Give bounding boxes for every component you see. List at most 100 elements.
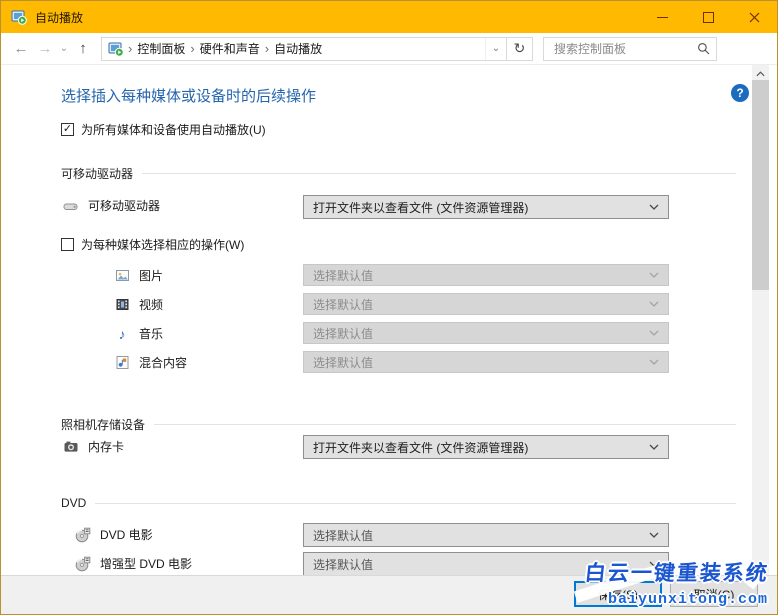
recent-pages-button[interactable]: ⌄ [57,37,71,61]
close-icon [749,12,760,23]
refresh-icon: ↻ [514,40,526,57]
dvd-icon [75,556,91,572]
section-label: DVD [61,496,86,510]
search-input[interactable] [552,41,697,57]
mixed-content-row: 混合内容 [114,354,187,371]
memory-card-label: 内存卡 [88,438,124,455]
section-camera-storage: 照相机存储设备 [61,416,736,433]
per-media-checkbox[interactable] [61,238,74,251]
memory-card-select[interactable]: 打开文件夹以查看文件 (文件资源管理器) [303,435,669,459]
close-button[interactable] [731,1,777,33]
forward-button[interactable]: → [33,37,57,61]
up-button[interactable]: ↑ [71,37,95,61]
enhanced-dvd-movie-row: 增强型 DVD 电影 [75,555,192,572]
chevron-down-icon [756,566,765,572]
videos-row: 视频 [114,296,163,313]
enhanced-dvd-movie-select[interactable]: 选择默认值 [303,552,669,575]
page-title: 选择插入每种媒体或设备时的后续操作 [61,85,316,106]
mixed-content-select: 选择默认值 [303,351,669,373]
section-removable-drives: 可移动驱动器 [61,165,736,182]
section-rule [154,424,736,425]
window-title: 自动播放 [35,9,83,26]
music-label: 音乐 [139,325,163,342]
selected-value: 选择默认值 [313,267,373,284]
scrollbar-thumb[interactable] [752,80,769,290]
removable-drive-icon [63,198,79,214]
vertical-scrollbar[interactable] [752,65,769,577]
dvd-movie-row: DVD 电影 [75,526,153,543]
section-label: 照相机存储设备 [61,416,145,433]
chevron-down-icon [649,359,659,365]
minimize-button[interactable] [639,1,685,33]
dvd-movie-select[interactable]: 选择默认值 [303,523,669,547]
save-button[interactable]: 保存(S) [574,581,662,607]
removable-drive-label: 可移动驱动器 [88,197,160,214]
back-button[interactable]: ← [9,37,33,61]
videos-select: 选择默认值 [303,293,669,315]
chevron-down-icon [649,272,659,278]
chevron-down-icon: ⌄ [60,43,68,54]
breadcrumb-hardware-sound[interactable]: 硬件和声音 [195,40,265,57]
cancel-button[interactable]: 取消(C) [670,581,758,607]
minimize-icon [657,17,668,18]
refresh-button[interactable]: ↻ [507,37,533,61]
section-dvd: DVD [61,496,736,510]
chevron-down-icon [649,561,659,567]
memory-card-icon [63,439,79,455]
per-media-label[interactable]: 为每种媒体选择相应的操作(W) [81,236,244,253]
search-icon [697,42,710,55]
music-icon: ♪ [114,326,130,342]
address-bar[interactable]: › 控制面板 › 硬件和声音 › 自动播放 ⌄ [101,37,507,61]
section-rule [142,173,736,174]
use-autoplay-checkbox-row: ✓ 为所有媒体和设备使用自动播放(U) [61,121,266,138]
use-autoplay-checkbox[interactable]: ✓ [61,123,74,136]
navigation-toolbar: ← → ⌄ ↑ › 控制面板 › 硬件和声音 › 自动播放 ⌄ ↻ [1,33,777,65]
dvd-icon [75,527,91,543]
music-row: ♪ 音乐 [114,325,163,342]
help-button[interactable]: ? [731,84,749,102]
selected-value: 打开文件夹以查看文件 (文件资源管理器) [313,439,528,456]
section-rule [95,503,736,504]
chevron-down-icon [649,444,659,450]
autoplay-window: 自动播放 ← → ⌄ ↑ › 控制面板 › [0,0,778,615]
music-select: 选择默认值 [303,322,669,344]
autoplay-location-icon [108,41,124,57]
removable-drive-row: 可移动驱动器 [63,197,160,214]
chevron-down-icon: ⌄ [492,43,500,54]
mixed-content-icon [114,355,130,371]
per-media-checkbox-row: 为每种媒体选择相应的操作(W) [61,236,244,253]
pictures-select: 选择默认值 [303,264,669,286]
selected-value: 打开文件夹以查看文件 (文件资源管理器) [313,199,528,216]
selected-value: 选择默认值 [313,325,373,342]
use-autoplay-label[interactable]: 为所有媒体和设备使用自动播放(U) [81,121,266,138]
memory-card-row: 内存卡 [63,438,124,455]
autoplay-app-icon [11,9,27,25]
maximize-button[interactable] [685,1,731,33]
breadcrumb-autoplay[interactable]: 自动播放 [269,40,327,57]
up-icon: ↑ [79,40,87,57]
chevron-down-icon [649,532,659,538]
forward-icon: → [38,40,53,57]
mixed-content-label: 混合内容 [139,354,187,371]
help-icon: ? [736,86,743,100]
selected-value: 选择默认值 [313,296,373,313]
section-label: 可移动驱动器 [61,165,133,182]
autoplay-settings-panel: 选择插入每种媒体或设备时的后续操作 ? ✓ 为所有媒体和设备使用自动播放(U) … [1,65,777,575]
breadcrumb-control-panel[interactable]: 控制面板 [132,40,190,57]
checkmark-icon: ✓ [63,124,72,135]
titlebar: 自动播放 [1,1,777,33]
dvd-movie-label: DVD 电影 [100,526,153,543]
search-box [543,37,717,61]
chevron-down-icon [649,330,659,336]
selected-value: 选择默认值 [313,556,373,573]
address-dropdown-button[interactable]: ⌄ [485,38,506,60]
footer-bar: 保存(S) 取消(C) [1,575,777,614]
chevron-up-icon [756,71,765,77]
pictures-icon [114,268,130,284]
enhanced-dvd-movie-label: 增强型 DVD 电影 [100,555,192,572]
chevron-down-icon [649,204,659,210]
pictures-label: 图片 [139,267,163,284]
chevron-down-icon [649,301,659,307]
videos-label: 视频 [139,296,163,313]
removable-drive-select[interactable]: 打开文件夹以查看文件 (文件资源管理器) [303,195,669,219]
